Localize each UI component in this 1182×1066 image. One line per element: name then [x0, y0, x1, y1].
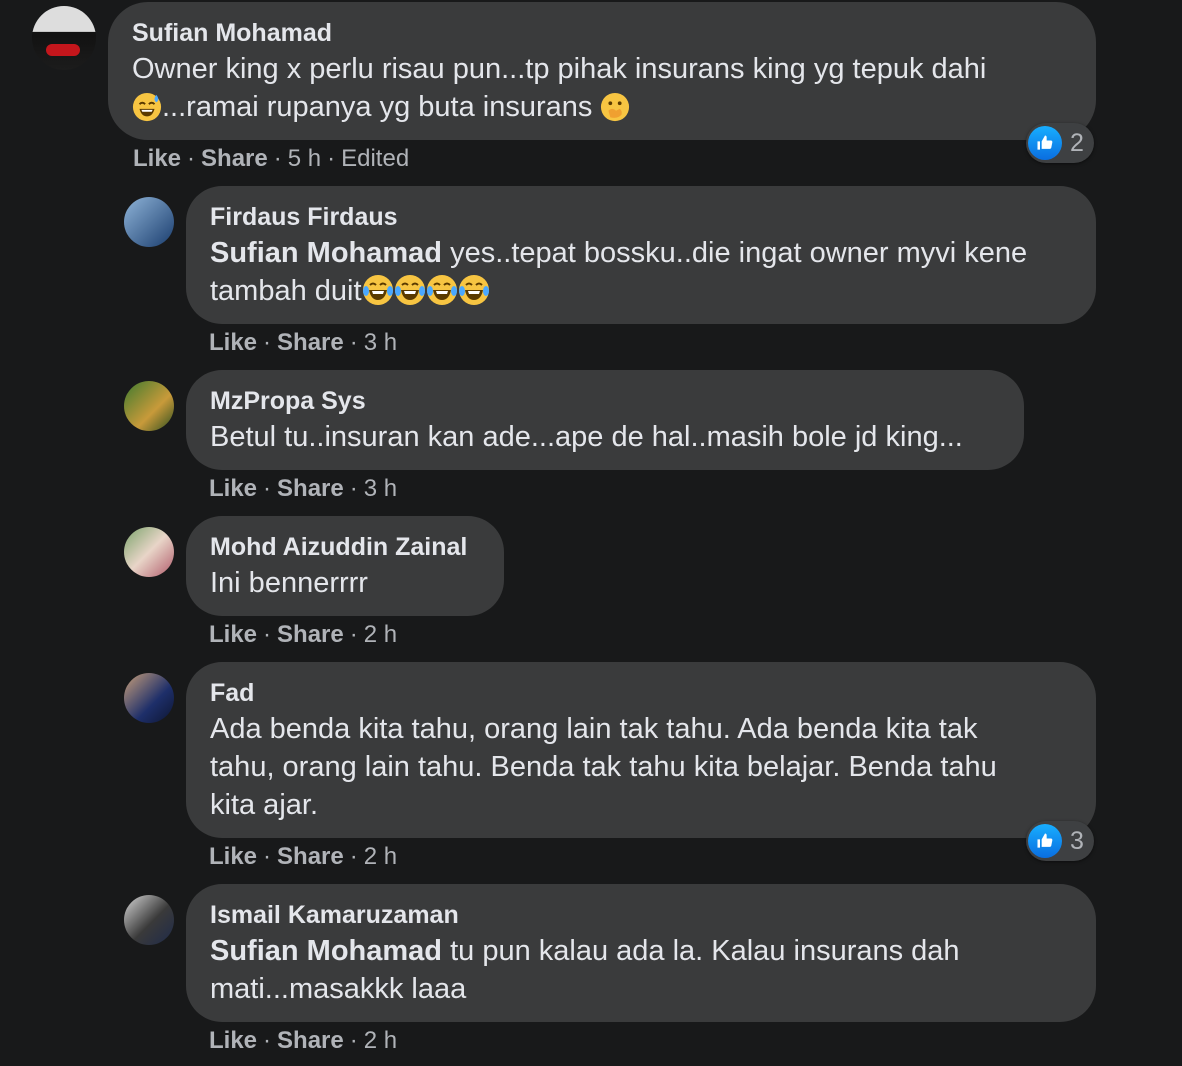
- comment-author[interactable]: Sufian Mohamad: [132, 16, 1072, 50]
- tears-of-joy-emoji: [394, 274, 426, 306]
- reaction-badge[interactable]: 3: [1026, 821, 1094, 861]
- timestamp[interactable]: 2 h: [364, 1027, 397, 1054]
- avatar[interactable]: [124, 527, 174, 577]
- edited-label[interactable]: Edited: [341, 145, 409, 172]
- comment-text: Betul tu..insuran kan ade...ape de hal..…: [210, 421, 963, 453]
- like-button[interactable]: Like: [209, 1027, 257, 1054]
- avatar[interactable]: [124, 673, 174, 723]
- timestamp[interactable]: 3 h: [364, 475, 397, 502]
- timestamp[interactable]: 5 h: [288, 145, 321, 172]
- comment-text-line: mati...masakkk laaa: [210, 973, 467, 1005]
- comment-author[interactable]: Ismail Kamaruzaman: [210, 898, 1072, 932]
- comment-text-line: tu pun kalau ada la. Kalau insurans dah: [442, 935, 960, 967]
- share-button[interactable]: Share: [277, 843, 344, 870]
- comment-text-line: tahu, orang lain tahu. Benda tak tahu ki…: [210, 751, 997, 783]
- comment-text-line: ...ramai rupanya yg buta insurans: [162, 91, 593, 123]
- reaction-count: 3: [1070, 826, 1084, 855]
- comment-actions: Like · Share · 3 h: [209, 329, 398, 356]
- timestamp[interactable]: 2 h: [364, 621, 397, 648]
- comment-text: Owner king x perlu risau pun...tp pihak …: [132, 50, 1072, 126]
- comment-text-line: yes..tepat bossku..die ingat owner myvi …: [442, 237, 1028, 269]
- comment-bubble: Firdaus Firdaus Sufian Mohamad yes..tepa…: [186, 186, 1096, 324]
- like-icon: [1028, 126, 1062, 160]
- comment-author[interactable]: Mohd Aizuddin Zainal: [210, 530, 480, 564]
- comment-text-line: Owner king x perlu risau pun...tp pihak …: [132, 53, 987, 85]
- timestamp[interactable]: 2 h: [364, 843, 397, 870]
- comment-bubble: Sufian Mohamad Owner king x perlu risau …: [108, 2, 1096, 140]
- tears-of-joy-emoji: [458, 274, 490, 306]
- comment-text: Ada benda kita tahu, orang lain tak tahu…: [210, 710, 1072, 824]
- share-button[interactable]: Share: [277, 621, 344, 648]
- avatar[interactable]: [124, 895, 174, 945]
- comment-author[interactable]: Firdaus Firdaus: [210, 200, 1072, 234]
- comment-text: Sufian Mohamad yes..tepat bossku..die in…: [210, 234, 1072, 310]
- avatar[interactable]: [124, 197, 174, 247]
- like-button[interactable]: Like: [209, 843, 257, 870]
- comment-bubble: Ismail Kamaruzaman Sufian Mohamad tu pun…: [186, 884, 1096, 1022]
- reaction-badge[interactable]: 2: [1026, 123, 1094, 163]
- sweat-smile-emoji: [132, 92, 162, 122]
- comment-text: Sufian Mohamad tu pun kalau ada la. Kala…: [210, 932, 1072, 1008]
- tears-of-joy-emoji: [362, 274, 394, 306]
- comment-bubble: MzPropa Sys Betul tu..insuran kan ade...…: [186, 370, 1024, 470]
- avatar[interactable]: [124, 381, 174, 431]
- comment-actions: Like · Share · 2 h: [209, 621, 398, 648]
- comment-bubble: Mohd Aizuddin Zainal Ini bennerrrr: [186, 516, 504, 616]
- avatar[interactable]: [32, 6, 96, 70]
- share-button[interactable]: Share: [277, 475, 344, 502]
- comment-text-line: tambah duit: [210, 275, 362, 307]
- reaction-count: 2: [1070, 128, 1084, 157]
- timestamp[interactable]: 3 h: [364, 329, 397, 356]
- tears-of-joy-emoji: [426, 274, 458, 306]
- comment-bubble: Fad Ada benda kita tahu, orang lain tak …: [186, 662, 1096, 838]
- hand-over-mouth-emoji: [600, 92, 630, 122]
- like-icon: [1028, 824, 1062, 858]
- comment-text-line: kita ajar.: [210, 789, 318, 821]
- comment-author[interactable]: MzPropa Sys: [210, 384, 1000, 418]
- like-button[interactable]: Like: [209, 621, 257, 648]
- mention-link[interactable]: Sufian Mohamad: [210, 237, 442, 269]
- comment-actions: Like · Share · 2 h: [209, 843, 398, 870]
- mention-link[interactable]: Sufian Mohamad: [210, 935, 442, 967]
- comment-author[interactable]: Fad: [210, 676, 1072, 710]
- comment-text: Ini bennerrrr: [210, 567, 368, 599]
- like-button[interactable]: Like: [209, 475, 257, 502]
- share-button[interactable]: Share: [277, 329, 344, 356]
- comment-actions: Like · Share · 2 h: [209, 1027, 398, 1054]
- like-button[interactable]: Like: [133, 145, 181, 172]
- share-button[interactable]: Share: [201, 145, 268, 172]
- comment-text-line: Ada benda kita tahu, orang lain tak tahu…: [210, 713, 978, 745]
- share-button[interactable]: Share: [277, 1027, 344, 1054]
- like-button[interactable]: Like: [209, 329, 257, 356]
- comment-actions: Like · Share · 3 h: [209, 475, 398, 502]
- comment-actions: Like · Share · 5 h · Edited: [133, 145, 410, 172]
